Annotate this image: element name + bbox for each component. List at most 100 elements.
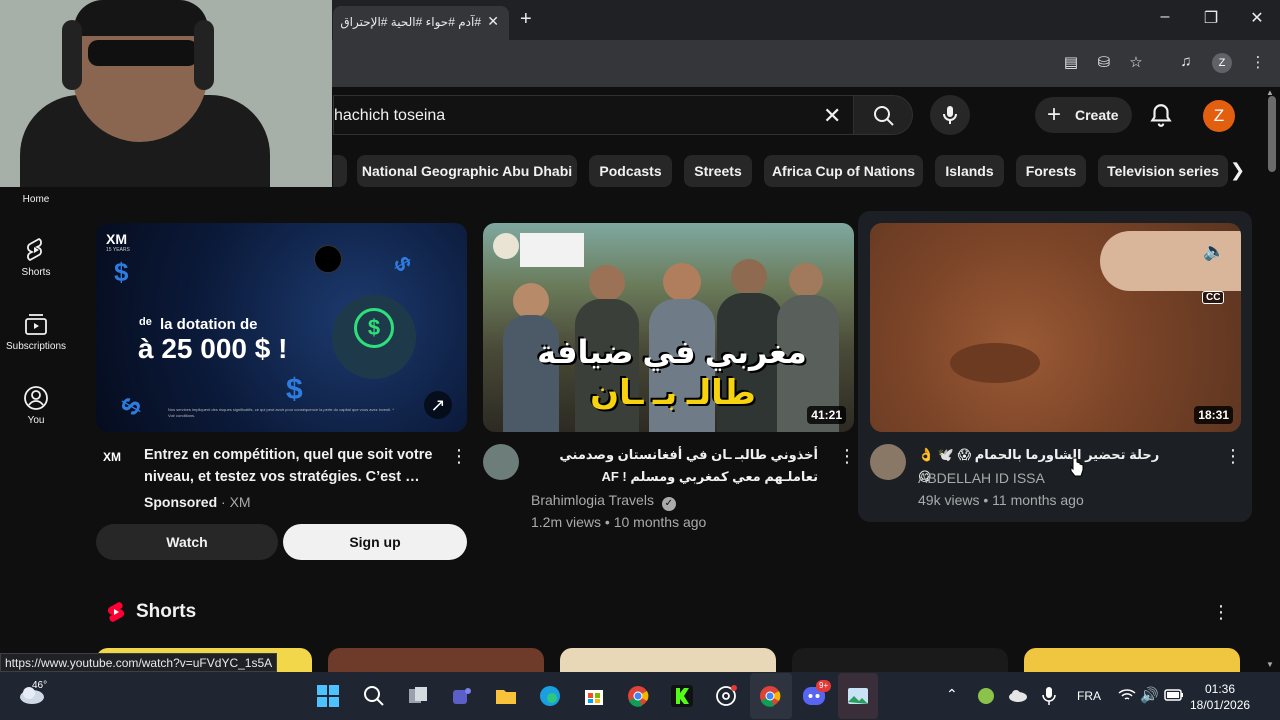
short-thumbnail[interactable] (560, 648, 776, 672)
video-duration: 41:21 (807, 406, 846, 424)
input-language[interactable]: FRA (1077, 689, 1101, 703)
chrome-profile-icon[interactable] (758, 684, 782, 708)
mute-icon[interactable]: 🔈 (1203, 241, 1225, 262)
sidebar-label-subscriptions: Subscriptions (5, 341, 67, 352)
upload-age: 11 months ago (992, 492, 1084, 508)
channel-avatar[interactable] (483, 444, 519, 480)
thumb-text-1: مغربي في ضيافة (537, 334, 807, 370)
search-button[interactable] (853, 95, 913, 135)
search-icon (874, 106, 894, 126)
sidebar-item-home[interactable]: Home (0, 194, 72, 205)
short-thumbnail[interactable] (328, 648, 544, 672)
file-explorer-icon[interactable] (494, 684, 518, 708)
channel-avatar[interactable] (870, 444, 906, 480)
wifi-icon[interactable] (1118, 688, 1136, 702)
restore-icon[interactable]: ❐ (1196, 8, 1226, 28)
video-thumbnail[interactable]: مغربي في ضيافة طالـ بـ ـان 41:21 (483, 223, 854, 432)
short-thumbnail[interactable] (1024, 648, 1240, 672)
channel-name[interactable]: ABDELLAH ID ISSA (918, 470, 1045, 486)
scroll-down-icon[interactable]: ▼ (1266, 660, 1274, 669)
chip-partial[interactable] (333, 155, 347, 187)
video-duration: 18:31 (1194, 406, 1233, 424)
browser-profile-icon[interactable]: Z (1212, 53, 1232, 73)
status-url: https://www.youtube.com/watch?v=uFVdYC_1… (0, 653, 278, 672)
watch-button[interactable]: Watch (96, 524, 278, 560)
chip-television-series[interactable]: Television series (1098, 155, 1228, 187)
address-bar[interactable] (340, 48, 900, 78)
sidebar-label-you: You (27, 415, 45, 426)
search-icon[interactable] (362, 684, 386, 708)
video-more-icon[interactable]: ⋮ (838, 446, 856, 467)
ad-sponsored-line: Sponsored · XM (144, 494, 251, 510)
sponsor-name[interactable]: XM (230, 494, 251, 510)
scrollbar-thumb[interactable] (1268, 96, 1276, 172)
ad-thumb-small: de (139, 316, 152, 328)
onedrive-cloud-icon[interactable] (1008, 688, 1028, 702)
clock-date: 18/01/2026 (1190, 698, 1251, 712)
coin-icon (314, 245, 342, 273)
notifications-bell-icon[interactable] (1148, 101, 1174, 129)
scroll-up-icon[interactable]: ▲ (1266, 88, 1274, 97)
mouse-cursor-icon (1070, 457, 1084, 477)
chrome-icon[interactable] (626, 684, 650, 708)
chip-podcasts[interactable]: Podcasts (589, 155, 672, 187)
chevron-right-icon[interactable]: ❯ (1230, 160, 1245, 181)
create-label: Create (1075, 107, 1119, 123)
chip-islands[interactable]: Islands (935, 155, 1004, 187)
chevron-up-icon[interactable]: ⌃ (946, 686, 958, 703)
person-head (731, 259, 767, 295)
ad-title[interactable]: Entrez en compétition, quel que soit vot… (144, 444, 444, 488)
sidebar-item-you[interactable]: You (0, 385, 72, 426)
chip-forests[interactable]: Forests (1016, 155, 1086, 187)
open-link-arrow-icon[interactable]: ↗ (424, 391, 452, 419)
task-view-icon[interactable] (406, 684, 430, 708)
advertiser-logo[interactable]: XM (102, 448, 126, 472)
microsoft-store-icon[interactable] (582, 684, 606, 708)
minimize-icon[interactable]: – (1150, 8, 1180, 26)
ad-thumbnail[interactable]: XM 15 YEARS $ $ de la dotation de à 25 0… (96, 223, 467, 432)
tray-app-icon[interactable] (978, 688, 994, 704)
create-button[interactable]: + Create (1035, 97, 1132, 133)
install-app-icon[interactable]: ▤ (1060, 53, 1082, 71)
clear-search-icon[interactable]: ✕ (823, 103, 841, 129)
view-count: 1.2m views (531, 514, 602, 530)
captions-icon[interactable]: CC (1202, 291, 1225, 304)
sidebar-item-subscriptions[interactable]: Subscriptions (0, 311, 72, 352)
browser-tab[interactable]: #آدم #حواء #الحية #الإحتراق - ✕ (333, 6, 509, 40)
shorts-more-icon[interactable]: ⋮ (1212, 602, 1230, 623)
channel-name[interactable]: Brahimlogia Travels (531, 492, 654, 508)
short-thumbnail[interactable] (792, 648, 1008, 672)
battery-icon[interactable] (1164, 689, 1184, 701)
video-preview[interactable]: 🔈 CC 18:31 (870, 223, 1241, 432)
bookmark-star-icon[interactable]: ☆ (1125, 53, 1147, 71)
close-tab-icon[interactable]: ✕ (487, 13, 499, 30)
image-viewer-icon[interactable] (846, 684, 870, 708)
teams-icon[interactable] (450, 684, 474, 708)
sidebar-item-shorts[interactable]: Shorts (0, 237, 72, 278)
media-control-icon[interactable]: ♫ (1175, 53, 1197, 70)
kick-app-icon[interactable] (670, 684, 694, 708)
chip-streets[interactable]: Streets (684, 155, 752, 187)
person-head (789, 263, 823, 297)
translate-icon[interactable]: ⛁ (1093, 53, 1115, 71)
account-avatar[interactable]: Z (1203, 100, 1235, 132)
video-title[interactable]: أخذوني طالبـ ـان في أفغانستان وصدمني تعا… (528, 444, 818, 488)
voice-search-button[interactable] (930, 95, 970, 135)
person-head (513, 283, 549, 319)
volume-icon[interactable]: 🔊 (1140, 686, 1159, 704)
edge-icon[interactable] (538, 684, 562, 708)
sign-up-button[interactable]: Sign up (283, 524, 467, 560)
search-input[interactable]: hachich toseina (333, 95, 863, 135)
video-more-icon[interactable]: ⋮ (1224, 446, 1242, 467)
windows-start-icon[interactable] (316, 684, 340, 708)
close-window-icon[interactable]: ✕ (1242, 8, 1272, 28)
microphone-icon[interactable] (1042, 686, 1056, 706)
system-clock[interactable]: 01:36 18/01/2026 (1190, 681, 1250, 713)
openai-icon[interactable] (714, 684, 738, 708)
shorts-logo-icon (107, 602, 125, 622)
chip-africa-cup[interactable]: Africa Cup of Nations (764, 155, 923, 187)
ad-more-icon[interactable]: ⋮ (450, 446, 468, 467)
chip-national-geographic[interactable]: National Geographic Abu Dhabi (357, 155, 577, 187)
new-tab-button[interactable]: + (520, 8, 532, 31)
browser-menu-icon[interactable]: ⋮ (1247, 53, 1269, 71)
